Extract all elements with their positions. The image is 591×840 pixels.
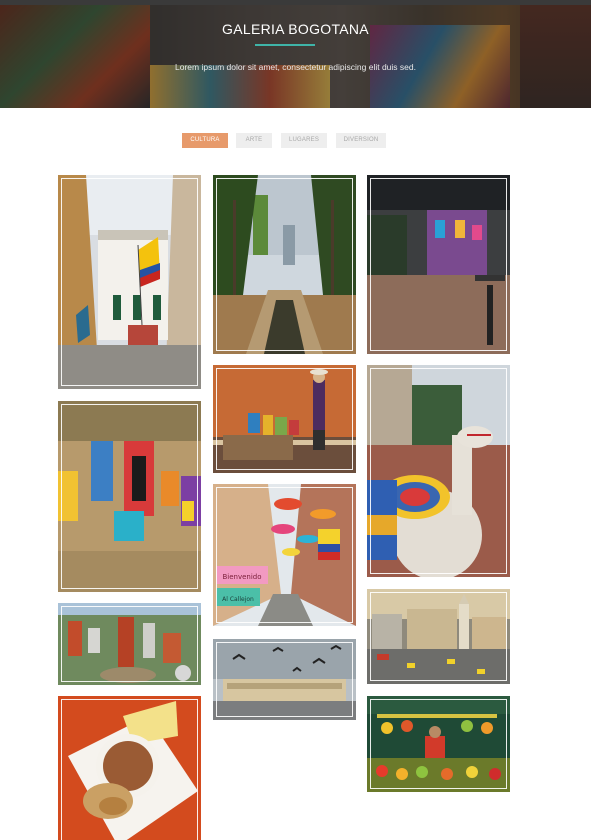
filter-arte[interactable]: ARTE xyxy=(236,133,272,148)
filter-bar: CULTURA ARTE LUGARES DIVERSION xyxy=(0,133,591,149)
night-plaza-photo[interactable] xyxy=(367,175,510,354)
page-title: GALERIA BOGOTANA xyxy=(222,21,369,37)
street-art-wall-photo[interactable] xyxy=(58,401,201,592)
filter-cultura[interactable]: CULTURA xyxy=(182,133,228,148)
umbrella-alley-photo[interactable]: Bienvenido Al Callejon xyxy=(213,484,356,626)
fruit-stand-photo[interactable] xyxy=(367,696,510,792)
colonial-street-flag-photo[interactable] xyxy=(58,175,201,389)
llama-with-hat-photo[interactable] xyxy=(367,365,510,577)
palm-garden-photo[interactable] xyxy=(213,175,356,354)
filter-lugares[interactable]: LUGARES xyxy=(281,133,327,148)
hot-chocolate-photo[interactable] xyxy=(58,696,201,840)
market-vendor-photo[interactable] xyxy=(213,365,356,473)
sign-bienvenido: Bienvenido xyxy=(222,573,261,581)
filter-diversion[interactable]: DIVERSION xyxy=(336,133,386,148)
bogota-square-photo[interactable] xyxy=(367,589,510,684)
hero-subtitle: Lorem ipsum dolor sit amet, consectetur … xyxy=(175,62,416,72)
city-aerial-photo[interactable] xyxy=(58,603,201,685)
plaza-pigeons-photo[interactable] xyxy=(213,639,356,720)
title-underline xyxy=(255,44,315,46)
sign-al-callejon: Al Callejon xyxy=(222,596,254,603)
hero-banner: GALERIA BOGOTANA Lorem ipsum dolor sit a… xyxy=(0,5,591,108)
